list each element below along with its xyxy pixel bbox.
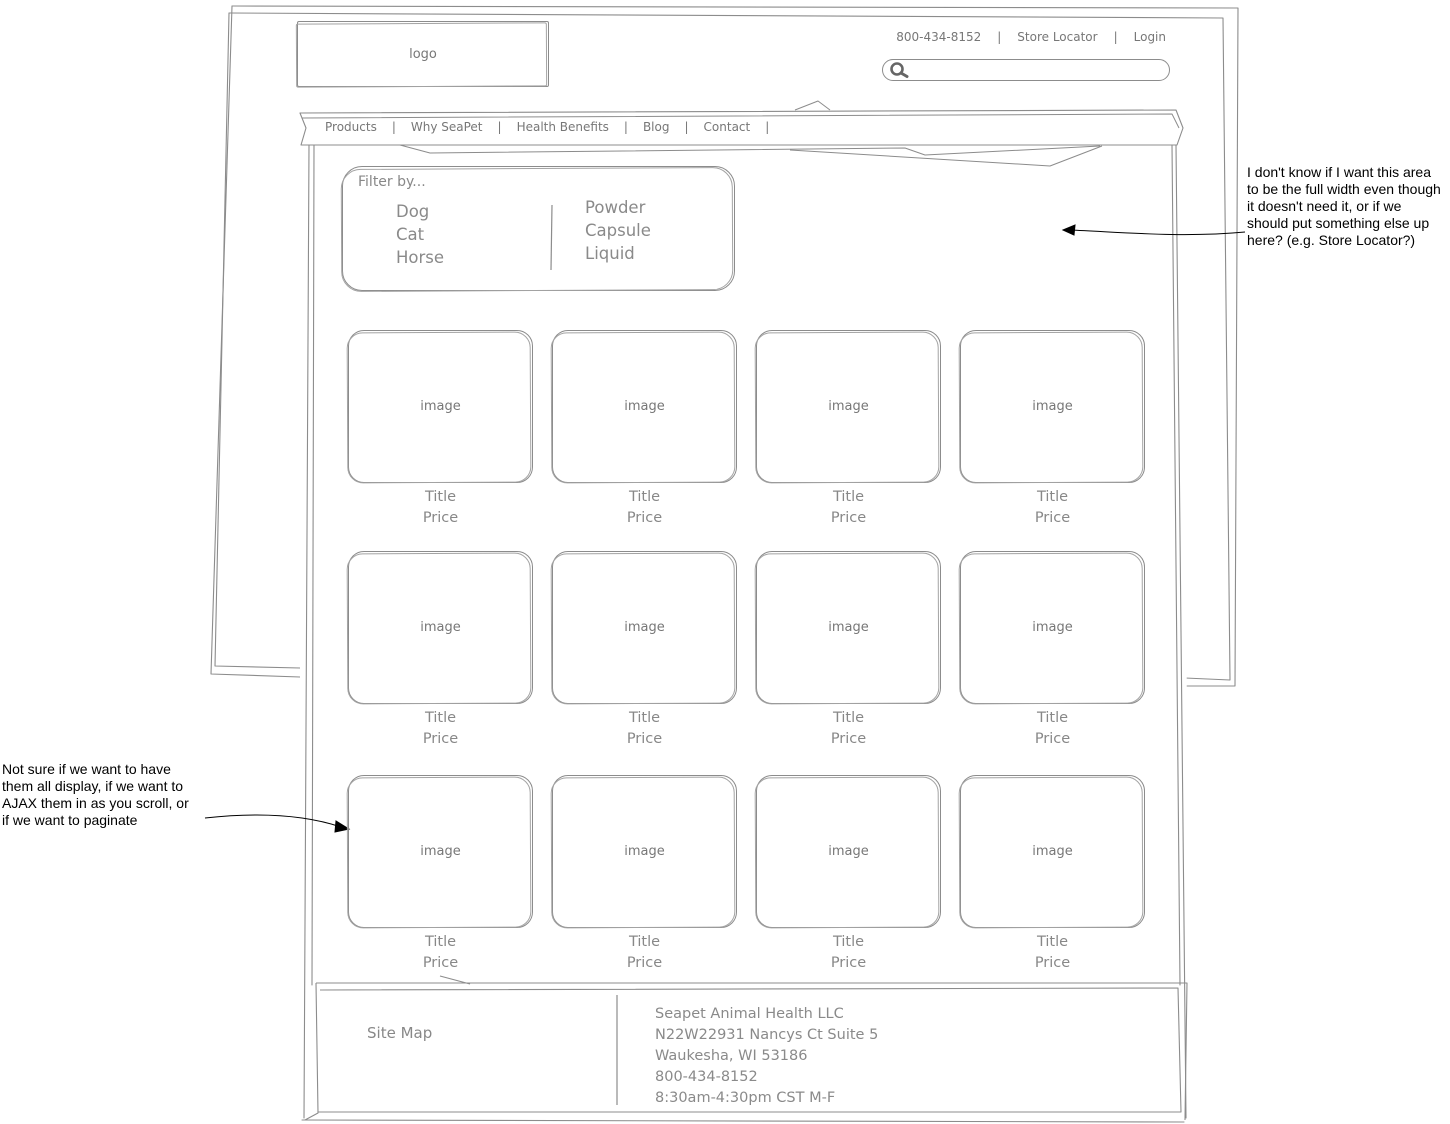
product-image[interactable]: image <box>552 775 737 928</box>
product-image-label: image <box>1032 620 1073 635</box>
product-title[interactable]: Title <box>756 932 941 952</box>
product-image[interactable]: image <box>960 775 1145 928</box>
product-price: Price <box>830 510 867 526</box>
search-bar <box>882 59 1170 81</box>
filter-form-list: Powder Capsule Liquid <box>585 196 651 265</box>
filter-option-dog[interactable]: Dog <box>396 200 444 223</box>
product-image-label: image <box>420 399 461 414</box>
main-nav: Products | Why SeaPet | Health Benefits … <box>325 119 769 136</box>
nav-health-benefits[interactable]: Health Benefits <box>517 119 609 136</box>
product-image[interactable]: image <box>756 330 941 483</box>
search-input[interactable] <box>882 59 1170 81</box>
nav-separator: | <box>497 120 502 134</box>
product-price: Price <box>1034 510 1071 526</box>
nav-contact[interactable]: Contact <box>704 119 751 136</box>
product-image-label: image <box>828 620 869 635</box>
product-card[interactable]: image Title Price <box>348 775 533 975</box>
product-image-label: image <box>624 620 665 635</box>
product-title[interactable]: Title <box>552 708 737 728</box>
product-price: Price <box>422 510 459 526</box>
filter-option-horse[interactable]: Horse <box>396 246 444 269</box>
product-card[interactable]: image Title Price <box>552 330 737 530</box>
product-image[interactable]: image <box>756 551 941 704</box>
product-card[interactable]: image Title Price <box>552 775 737 975</box>
product-image[interactable]: image <box>348 551 533 704</box>
product-card[interactable]: image Title Price <box>756 551 941 751</box>
product-price: Price <box>626 955 663 971</box>
login-link[interactable]: Login <box>1134 29 1166 46</box>
product-image-label: image <box>624 399 665 414</box>
nav-separator: | <box>623 120 628 134</box>
filter-heading: Filter by... <box>358 174 426 190</box>
product-price: Price <box>1034 731 1071 747</box>
nav-separator: | <box>391 120 396 134</box>
product-image[interactable]: image <box>960 551 1145 704</box>
product-price: Price <box>830 955 867 971</box>
product-image-label: image <box>420 844 461 859</box>
address-hours: 8:30am-4:30pm CST M-F <box>655 1089 836 1106</box>
product-image[interactable]: image <box>552 330 737 483</box>
product-price: Price <box>422 731 459 747</box>
product-card[interactable]: image Title Price <box>348 330 533 530</box>
product-title[interactable]: Title <box>756 487 941 507</box>
address-city: Waukesha, WI 53186 <box>655 1047 808 1064</box>
product-image-label: image <box>1032 399 1073 414</box>
product-image[interactable]: image <box>552 551 737 704</box>
filter-option-cat[interactable]: Cat <box>396 223 444 246</box>
utility-separator: | <box>1113 30 1118 44</box>
product-title[interactable]: Title <box>348 708 533 728</box>
product-title[interactable]: Title <box>756 708 941 728</box>
product-card[interactable]: image Title Price <box>756 330 941 530</box>
product-image-label: image <box>1032 844 1073 859</box>
annotation-filter-note: I don't know if I want this area to be t… <box>1247 163 1441 248</box>
product-card[interactable]: image Title Price <box>348 551 533 751</box>
product-price: Price <box>626 731 663 747</box>
product-image-label: image <box>828 844 869 859</box>
product-card[interactable]: image Title Price <box>756 775 941 975</box>
site-map-link[interactable]: Site Map <box>367 1023 432 1043</box>
filter-animal-list: Dog Cat Horse <box>396 200 444 269</box>
address-phone: 800-434-8152 <box>655 1068 758 1085</box>
product-card[interactable]: image Title Price <box>960 330 1145 530</box>
product-card[interactable]: image Title Price <box>960 551 1145 751</box>
address-street: N22W22931 Nancys Ct Suite 5 <box>655 1026 879 1043</box>
nav-products[interactable]: Products <box>325 119 377 136</box>
nav-why-seapet[interactable]: Why SeaPet <box>411 119 483 136</box>
filter-option-liquid[interactable]: Liquid <box>585 242 651 265</box>
product-price: Price <box>422 955 459 971</box>
product-title[interactable]: Title <box>960 932 1145 952</box>
product-image-label: image <box>420 620 461 635</box>
logo[interactable]: logo <box>297 21 549 87</box>
product-title[interactable]: Title <box>960 487 1145 507</box>
utility-separator: | <box>997 30 1002 44</box>
product-image[interactable]: image <box>348 330 533 483</box>
product-price: Price <box>626 510 663 526</box>
product-title[interactable]: Title <box>960 708 1145 728</box>
product-title[interactable]: Title <box>348 487 533 507</box>
phone-link[interactable]: 800-434-8152 <box>896 29 981 46</box>
product-image[interactable]: image <box>960 330 1145 483</box>
product-image-label: image <box>828 399 869 414</box>
nav-separator: | <box>684 120 689 134</box>
nav-separator: | <box>765 120 770 134</box>
product-title[interactable]: Title <box>552 487 737 507</box>
address-company: Seapet Animal Health LLC <box>655 1005 844 1022</box>
product-card[interactable]: image Title Price <box>960 775 1145 975</box>
nav-blog[interactable]: Blog <box>643 119 670 136</box>
product-title[interactable]: Title <box>552 932 737 952</box>
filter-option-capsule[interactable]: Capsule <box>585 219 651 242</box>
company-address: Seapet Animal Health LLC N22W22931 Nancy… <box>655 1004 878 1109</box>
store-locator-link[interactable]: Store Locator <box>1017 29 1097 46</box>
product-title[interactable]: Title <box>348 932 533 952</box>
annotation-grid-note: Not sure if we want to have them all dis… <box>2 761 189 828</box>
logo-label: logo <box>409 46 437 62</box>
product-price: Price <box>830 731 867 747</box>
filter-option-powder[interactable]: Powder <box>585 196 651 219</box>
product-price: Price <box>1034 955 1071 971</box>
product-card[interactable]: image Title Price <box>552 551 737 751</box>
product-image[interactable]: image <box>756 775 941 928</box>
utility-links: 800-434-8152 | Store Locator | Login <box>896 29 1166 46</box>
product-image-label: image <box>624 844 665 859</box>
product-image[interactable]: image <box>348 775 533 928</box>
